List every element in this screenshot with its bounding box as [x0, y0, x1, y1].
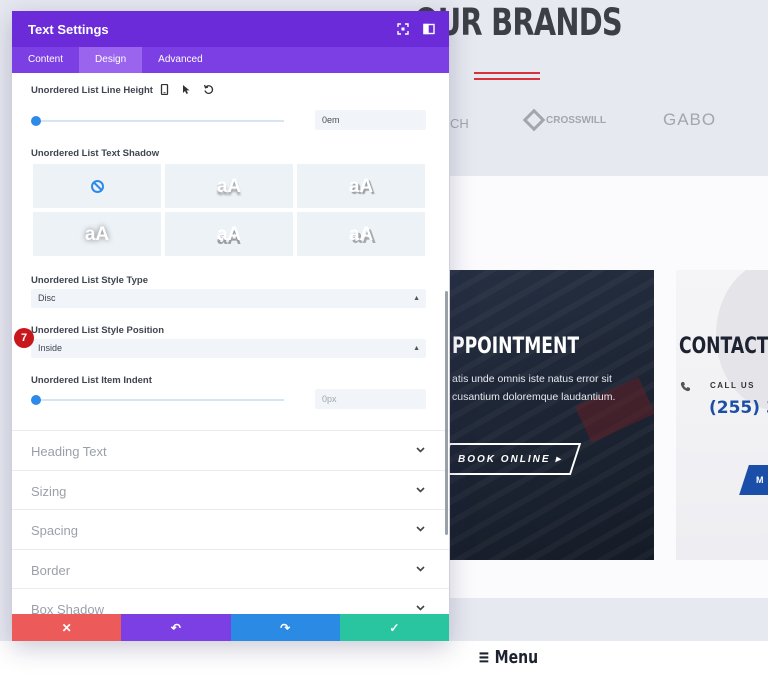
style-type-label: Unordered List Style Type: [31, 275, 149, 286]
contact-button-label[interactable]: M: [756, 475, 765, 485]
focus-icon[interactable]: [397, 22, 409, 35]
brand-logo-gabo: GABO: [663, 110, 717, 129]
split-view-icon[interactable]: [423, 22, 435, 35]
hover-cursor-icon[interactable]: [181, 82, 192, 94]
text-shadow-option-3[interactable]: aA: [33, 212, 161, 256]
style-type-value: Disc: [38, 293, 56, 303]
bottom-strip: [0, 641, 768, 675]
line-height-label: Unordered List Line Height: [31, 85, 153, 96]
style-position-select[interactable]: Inside ▲: [31, 339, 426, 358]
phone-icon: [680, 381, 691, 392]
text-shadow-options: aA aA aA aA aA: [33, 164, 425, 256]
chevron-down-icon: [416, 487, 425, 493]
text-shadow-option-1[interactable]: aA: [165, 164, 293, 208]
section-label: Heading Text: [31, 444, 107, 459]
phone-number[interactable]: (255) 352: [709, 400, 768, 417]
text-shadow-label: Unordered List Text Shadow: [31, 148, 160, 159]
modal-scrollbar[interactable]: [445, 291, 448, 535]
none-icon: [90, 179, 104, 193]
item-indent-label: Unordered List Item Indent: [31, 375, 152, 386]
line-height-slider-track[interactable]: [36, 120, 284, 122]
chevron-down-icon: [416, 447, 425, 453]
tab-advanced[interactable]: Advanced: [142, 47, 218, 73]
line-height-option-icons: [159, 82, 214, 96]
crosswill-logo-icon: [522, 108, 546, 132]
settings-scroll-area[interactable]: Unordered List Line Height 0em Unordered…: [12, 73, 449, 614]
menu-toggle[interactable]: ≡ Menu: [478, 649, 538, 667]
section-label: Border: [31, 563, 71, 578]
style-type-select[interactable]: Disc ▲: [31, 289, 426, 308]
item-indent-slider-knob[interactable]: [31, 395, 41, 405]
chevron-down-icon: [416, 566, 425, 572]
select-arrows-icon: ▲: [413, 345, 420, 352]
tab-content[interactable]: Content: [12, 47, 79, 73]
text-shadow-option-2[interactable]: aA: [297, 164, 425, 208]
section-sizing[interactable]: Sizing: [12, 470, 449, 510]
brands-underline: [474, 72, 540, 84]
book-online-label[interactable]: BOOK ONLINE ▸: [458, 454, 562, 465]
text-settings-modal: Text Settings Content Design Advanced Un…: [12, 11, 449, 641]
chevron-down-icon: [416, 526, 425, 532]
item-indent-input[interactable]: 0px: [315, 389, 426, 409]
brand-logo-ch: CH: [450, 116, 469, 131]
brand-logo-crosswill: CROSSWILL: [522, 108, 606, 132]
tab-design[interactable]: Design: [79, 47, 143, 73]
text-shadow-option-5[interactable]: aA: [297, 212, 425, 256]
section-box-shadow[interactable]: Box Shadow: [12, 588, 449, 614]
appointment-card: [450, 270, 654, 560]
modal-footer: ✕ ↶ ↷ ✓: [12, 614, 449, 641]
cancel-button[interactable]: ✕: [12, 614, 122, 641]
line-height-slider-knob[interactable]: [31, 116, 41, 126]
text-shadow-option-4[interactable]: aA: [165, 212, 293, 256]
brand-name: CROSSWILL: [546, 114, 606, 126]
step-badge: 7: [14, 328, 34, 348]
line-height-input[interactable]: 0em: [315, 110, 426, 130]
modal-header: Text Settings: [12, 11, 449, 47]
contact-title: CONTACT US: [679, 334, 768, 359]
section-spacing[interactable]: Spacing: [12, 509, 449, 549]
save-button[interactable]: ✓: [339, 614, 449, 641]
section-label: Box Shadow: [31, 602, 104, 614]
select-arrows-icon: ▲: [413, 295, 420, 302]
section-heading-text[interactable]: Heading Text: [12, 430, 449, 470]
section-border[interactable]: Border: [12, 549, 449, 589]
reset-icon[interactable]: [203, 82, 214, 95]
redo-button[interactable]: ↷: [230, 614, 340, 641]
mobile-icon[interactable]: [159, 82, 170, 96]
undo-button[interactable]: ↶: [121, 614, 231, 641]
section-label: Sizing: [31, 484, 67, 499]
modal-tabs: Content Design Advanced: [12, 47, 449, 73]
appointment-title: PPOINTMENT: [452, 334, 580, 359]
chevron-down-icon: [416, 605, 425, 611]
text-shadow-none-option[interactable]: [33, 164, 161, 208]
item-indent-slider-track[interactable]: [36, 399, 284, 401]
style-position-value: Inside: [38, 343, 63, 353]
style-position-label: Unordered List Style Position: [31, 325, 165, 336]
call-us-label: CALL US: [710, 381, 756, 390]
modal-title: Text Settings: [28, 21, 109, 37]
section-label: Spacing: [31, 523, 78, 538]
appointment-text: atis unde omnis iste natus error sit cus…: [452, 373, 616, 403]
